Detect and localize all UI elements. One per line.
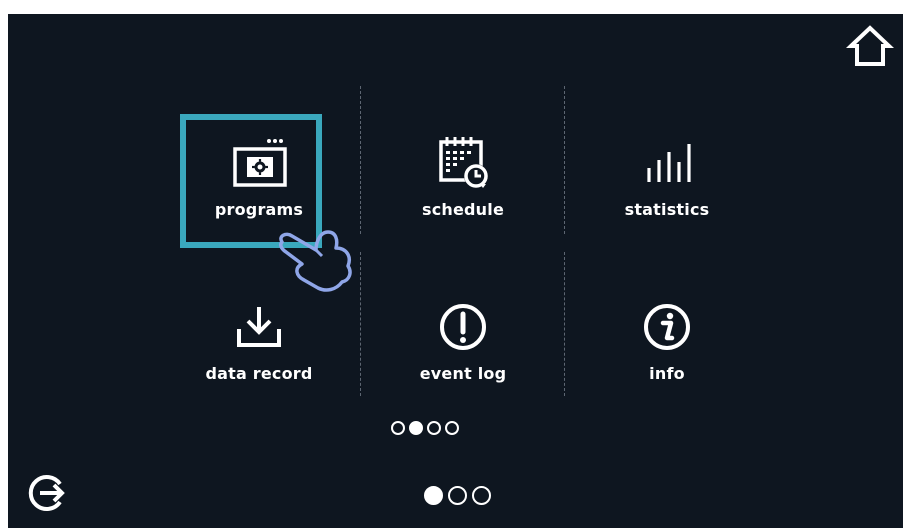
download-icon: [234, 296, 284, 358]
exclamation-circle-icon: [437, 296, 489, 358]
calendar-clock-icon: [433, 132, 493, 194]
exit-button[interactable]: [26, 472, 68, 514]
tile-label-data-record: data record: [205, 364, 313, 383]
page-dot-active[interactable]: [409, 421, 423, 435]
page-indicator-lower: [424, 486, 491, 505]
page-dot[interactable]: [445, 421, 459, 435]
tile-label-schedule: schedule: [421, 200, 505, 219]
tile-event-log[interactable]: event log: [388, 286, 538, 396]
page-indicator-upper: [391, 421, 459, 435]
page-dot[interactable]: [448, 486, 467, 505]
tile-info[interactable]: info: [592, 286, 742, 396]
home-button[interactable]: [845, 22, 895, 70]
tile-label-event-log: event log: [419, 364, 507, 383]
page-dot-active[interactable]: [424, 486, 443, 505]
info-circle-icon: [641, 296, 693, 358]
tile-data-record[interactable]: data record: [184, 286, 334, 396]
column-separator: [564, 86, 565, 234]
column-separator: [360, 86, 361, 234]
tile-schedule[interactable]: schedule: [388, 122, 538, 232]
page-dot[interactable]: [427, 421, 441, 435]
selection-highlight: [180, 114, 322, 248]
menu-screen: programs schedule statistics data record…: [8, 14, 903, 528]
tile-statistics[interactable]: statistics: [592, 122, 742, 232]
home-icon: [845, 25, 895, 66]
bar-chart-icon: [642, 132, 692, 194]
column-separator: [360, 252, 361, 396]
tile-label-info: info: [649, 364, 685, 383]
column-separator: [564, 252, 565, 396]
tile-label-statistics: statistics: [624, 200, 710, 219]
exit-icon: [28, 475, 65, 511]
page-dot[interactable]: [472, 486, 491, 505]
top-edge-frame: [733, 0, 903, 5]
page-dot[interactable]: [391, 421, 405, 435]
